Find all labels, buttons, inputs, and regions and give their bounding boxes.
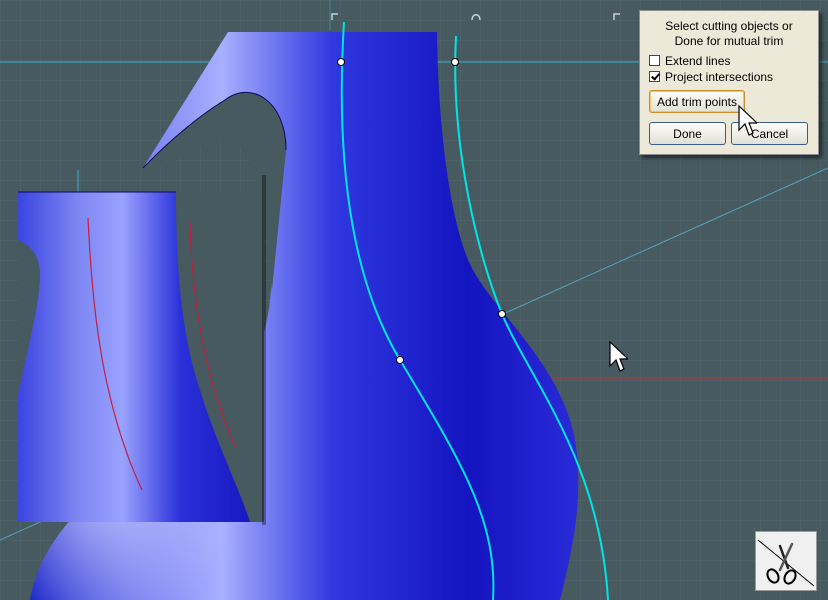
intersection-point[interactable] xyxy=(337,58,345,66)
add-trim-points-button[interactable]: Add trim points xyxy=(649,90,745,113)
arrow-cursor-icon xyxy=(609,340,628,372)
trim-options-dialog: Select cutting objects or Done for mutua… xyxy=(639,10,819,155)
intersection-point[interactable] xyxy=(451,58,459,66)
intersection-point[interactable] xyxy=(396,356,404,364)
scissors-icon xyxy=(757,539,815,587)
extend-lines-checkbox[interactable] xyxy=(649,55,660,66)
prompt-line-2: Done for mutual trim xyxy=(674,34,784,48)
dialog-prompt: Select cutting objects or Done for mutua… xyxy=(640,19,818,49)
done-button[interactable]: Done xyxy=(649,122,726,145)
inset-shadow xyxy=(262,175,266,525)
extend-lines-label: Extend lines xyxy=(665,53,731,68)
prompt-line-1: Select cutting objects or xyxy=(665,19,793,33)
project-intersections-option[interactable]: Project intersections xyxy=(649,69,773,84)
arrow-cursor-icon xyxy=(738,104,757,136)
trim-tool-button[interactable] xyxy=(755,531,817,591)
intersection-point[interactable] xyxy=(498,310,506,318)
extend-lines-option[interactable]: Extend lines xyxy=(649,53,730,68)
project-intersections-checkbox[interactable] xyxy=(649,71,660,82)
project-intersections-label: Project intersections xyxy=(665,69,774,84)
